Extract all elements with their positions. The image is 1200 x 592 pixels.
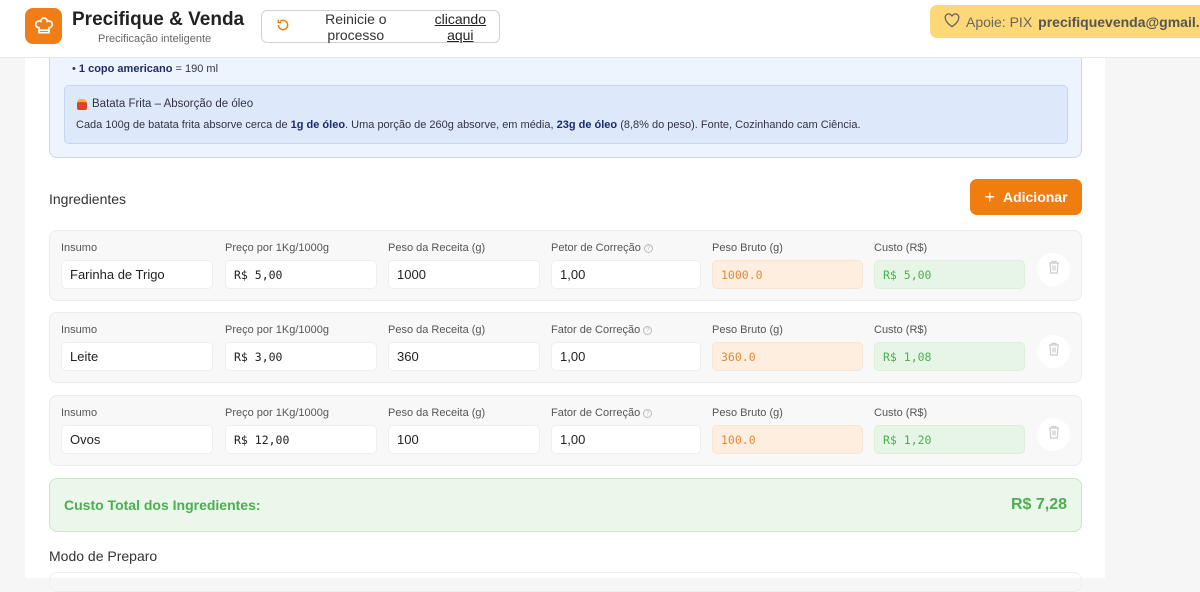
- main-content: • 1 copo americano = 190 ml Batata Frita…: [25, 50, 1105, 592]
- cost-display: R$ 5,00: [874, 260, 1025, 289]
- gross-weight-display: 360.0: [712, 342, 863, 371]
- pix-label: Apoie: PIX: [966, 13, 1033, 30]
- cost-label: Custo (R$): [874, 407, 928, 419]
- correction-factor-input[interactable]: 1,00: [551, 260, 701, 289]
- recipe-weight-input[interactable]: 100: [388, 425, 540, 454]
- prep-heading: Modo de Preparo: [49, 548, 158, 564]
- correction-factor-input[interactable]: 1,00: [551, 425, 701, 454]
- cost-display: R$ 1,08: [874, 342, 1025, 371]
- ingredients-heading: Ingredientes: [49, 191, 127, 207]
- trash-icon: [1048, 342, 1060, 361]
- cost-label: Custo (R$): [874, 324, 928, 336]
- gross-weight-display: 1000.0: [712, 260, 863, 289]
- correction-factor-label: Fator de Correção ?: [551, 324, 653, 336]
- heart-icon: [944, 12, 960, 31]
- refresh-icon: [276, 18, 290, 35]
- measure-item: • 1 copo americano = 190 ml: [72, 63, 219, 75]
- delete-ingredient-button[interactable]: [1037, 418, 1070, 451]
- app-subtitle: Precificação inteligente: [98, 33, 212, 45]
- chef-hat-logo-icon: [25, 8, 62, 44]
- recipe-weight-label: Peso da Receita (g): [388, 324, 486, 336]
- gross-weight-label: Peso Bruto (g): [712, 324, 783, 336]
- total-cost-value: R$ 7,28: [1010, 496, 1067, 513]
- insumo-input[interactable]: Farinha de Trigo: [61, 260, 213, 289]
- insumo-label: Insumo: [61, 407, 98, 419]
- trash-icon: [1048, 425, 1060, 444]
- header: Precifique & Venda Precificação intelige…: [0, 0, 1200, 58]
- measures-info-box: • 1 copo americano = 190 ml Batata Frita…: [49, 50, 1082, 158]
- ingredient-row: Insumo Ovos Preço por 1Kg/1000g R$ 12,00…: [49, 395, 1082, 466]
- correction-factor-label: Petor de Correção ?: [551, 242, 653, 254]
- ingredient-row: Insumo Farinha de Trigo Preço por 1Kg/10…: [49, 230, 1082, 301]
- delete-ingredient-button[interactable]: [1037, 253, 1070, 286]
- price-per-kg-label: Preço por 1Kg/1000g: [225, 407, 329, 419]
- gross-weight-display: 100.0: [712, 425, 863, 454]
- gross-weight-label: Peso Bruto (g): [712, 407, 783, 419]
- insumo-label: Insumo: [61, 324, 98, 336]
- tip-title: Batata Frita – Absorção de óleo: [92, 98, 254, 110]
- prep-box: [49, 572, 1082, 592]
- correction-factor-input[interactable]: 1,00: [551, 342, 701, 371]
- correction-factor-label: Fator de Correção ?: [551, 407, 653, 419]
- delete-ingredient-button[interactable]: [1037, 335, 1070, 368]
- add-ingredient-button[interactable]: + Adicionar: [970, 179, 1082, 215]
- trash-icon: [1048, 260, 1060, 279]
- reset-link[interactable]: clicando aqui: [422, 11, 499, 43]
- insumo-input[interactable]: Leite: [61, 342, 213, 371]
- tip-box: Batata Frita – Absorção de óleo Cada 100…: [64, 85, 1068, 144]
- price-per-kg-input[interactable]: R$ 12,00: [225, 425, 377, 454]
- recipe-weight-label: Peso da Receita (g): [388, 407, 486, 419]
- price-per-kg-input[interactable]: R$ 5,00: [225, 260, 377, 289]
- tip-text: Cada 100g de batata frita absorve cerca …: [76, 119, 861, 131]
- insumo-label: Insumo: [61, 242, 98, 254]
- app-title: Precifique & Venda: [72, 9, 245, 30]
- info-icon[interactable]: ?: [643, 325, 653, 335]
- info-icon[interactable]: ?: [643, 408, 653, 418]
- reset-text: Reinicie o processo: [325, 10, 387, 43]
- gross-weight-label: Peso Bruto (g): [712, 242, 783, 254]
- cost-label: Custo (R$): [874, 242, 928, 254]
- price-per-kg-label: Preço por 1Kg/1000g: [225, 324, 329, 336]
- reset-process-button[interactable]: Reinicie o processo clicando aqui: [261, 10, 500, 43]
- ingredient-row: Insumo Leite Preço por 1Kg/1000g R$ 3,00…: [49, 312, 1082, 383]
- total-cost-box: Custo Total dos Ingredientes: R$ 7,28: [49, 478, 1082, 532]
- recipe-weight-label: Peso da Receita (g): [388, 242, 486, 254]
- recipe-weight-input[interactable]: 1000: [388, 260, 540, 289]
- info-icon[interactable]: ?: [643, 243, 653, 253]
- price-per-kg-input[interactable]: R$ 3,00: [225, 342, 377, 371]
- price-per-kg-label: Preço por 1Kg/1000g: [225, 242, 329, 254]
- fries-icon: [77, 98, 87, 110]
- pix-email: precifiquevenda@gmail.com: [1038, 13, 1200, 30]
- pix-support-banner: Apoie: PIX precifiquevenda@gmail.com: [930, 5, 1200, 38]
- insumo-input[interactable]: Ovos: [61, 425, 213, 454]
- cost-display: R$ 1,20: [874, 425, 1025, 454]
- plus-icon: +: [984, 186, 995, 207]
- total-cost-label: Custo Total dos Ingredientes:: [64, 497, 261, 513]
- recipe-weight-input[interactable]: 360: [388, 342, 540, 371]
